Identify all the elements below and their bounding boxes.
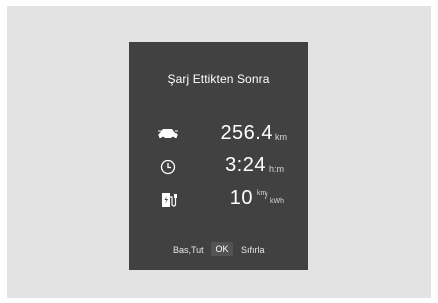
efficiency-row: 10 km / kWh: [129, 187, 308, 213]
hint-reset: Sıfırla: [241, 245, 265, 255]
charging-station-icon: [162, 193, 177, 207]
ok-button[interactable]: OK: [211, 242, 233, 256]
display-title: Şarj Ettikten Sonra: [167, 72, 270, 86]
distance-row: 256.4 km: [129, 122, 308, 148]
distance-value: 256.4: [220, 122, 273, 144]
car-distance-icon: [158, 129, 178, 141]
hint-press-hold: Bas,Tut: [173, 245, 204, 255]
distance-unit: km: [275, 132, 287, 142]
efficiency-value: 10: [229, 187, 253, 209]
time-unit: h:m: [269, 164, 285, 174]
page-background: Şarj Ettikten Sonra 256.4 km 3:24 h:m 10…: [7, 6, 431, 298]
efficiency-unit-bottom: kWh: [270, 198, 284, 205]
time-row: 3:24 h:m: [129, 154, 308, 180]
cluster-display: Şarj Ettikten Sonra 256.4 km 3:24 h:m 10…: [129, 42, 308, 270]
clock-icon: [160, 159, 176, 175]
time-value: 3:24: [225, 154, 266, 176]
efficiency-unit-separator: /: [265, 191, 268, 201]
